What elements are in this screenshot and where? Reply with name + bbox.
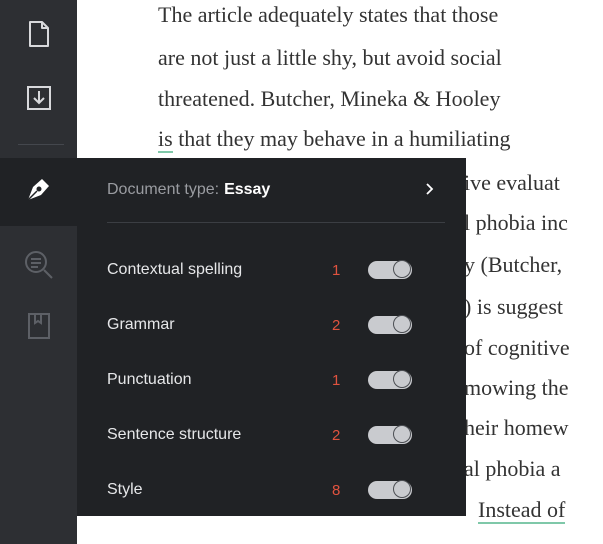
document-icon	[27, 20, 51, 48]
writing-check-panel: Document type: Essay Contextual spelling…	[77, 158, 466, 516]
doc-line-rest: that they may behave in a humiliating	[178, 126, 511, 151]
check-row-style: Style 8	[107, 475, 437, 505]
underlined-word[interactable]: is	[158, 126, 173, 153]
check-label: Contextual spelling	[107, 261, 243, 278]
issue-count: 2	[332, 316, 341, 334]
doc-line: l phobia inc	[464, 210, 568, 235]
book-icon	[26, 312, 52, 340]
issue-count: 1	[332, 261, 341, 279]
search-doc-icon	[23, 249, 55, 281]
doc-line: heir homew	[464, 415, 569, 440]
issue-count: 8	[332, 481, 341, 499]
style-toggle[interactable]	[368, 480, 412, 499]
toggle-knob	[393, 425, 411, 443]
check-label: Punctuation	[107, 371, 192, 388]
pen-nib-button[interactable]	[0, 158, 77, 220]
check-label: Grammar	[107, 316, 175, 333]
doc-line: Instead of	[478, 497, 566, 524]
dictionary-button[interactable]	[0, 298, 77, 354]
active-sidebar-item[interactable]	[0, 158, 77, 226]
doc-line: are not just a little shy, but avoid soc…	[158, 45, 502, 70]
check-label: Style	[107, 481, 143, 498]
download-icon	[26, 85, 52, 111]
toggle-knob	[393, 260, 411, 278]
doc-line: threatened. Butcher, Mineka & Hooley	[158, 86, 501, 111]
doc-line: ive evaluat	[464, 170, 560, 195]
doc-line: al phobia a	[464, 456, 561, 481]
issue-count: 1	[332, 371, 341, 389]
doc-line: mowing the	[464, 375, 569, 400]
toggle-knob	[393, 370, 411, 388]
check-row-punctuation: Punctuation 1	[107, 365, 437, 395]
analysis-button[interactable]	[0, 237, 77, 293]
check-row-contextual-spelling: Contextual spelling 1	[107, 255, 437, 285]
panel-divider	[107, 222, 445, 223]
pen-nib-icon	[24, 174, 54, 204]
punctuation-toggle[interactable]	[368, 370, 412, 389]
doc-line: of cognitive	[464, 335, 570, 360]
document-type-label: Document type:	[107, 181, 220, 198]
contextual-spelling-toggle[interactable]	[368, 260, 412, 279]
doc-line: y (Butcher,	[464, 252, 563, 277]
check-label: Sentence structure	[107, 426, 242, 443]
doc-line: ) is suggest	[464, 294, 563, 319]
doc-line: The article adequately states that those	[158, 2, 499, 27]
toggle-knob	[393, 480, 411, 498]
underlined-phrase[interactable]: Instead of	[478, 497, 566, 524]
document-type-value: Essay	[224, 181, 271, 198]
check-row-grammar: Grammar 2	[107, 310, 437, 340]
download-button[interactable]	[0, 70, 77, 126]
new-document-button[interactable]	[0, 6, 77, 62]
doc-line: is that they may behave in a humiliating	[158, 126, 511, 153]
grammar-toggle[interactable]	[368, 315, 412, 334]
sidebar-divider	[18, 144, 64, 145]
sentence-structure-toggle[interactable]	[368, 425, 412, 444]
issue-count: 2	[332, 426, 341, 444]
document-type-selector[interactable]: Document type: Essay	[107, 158, 451, 222]
check-row-sentence-structure: Sentence structure 2	[107, 420, 437, 450]
chevron-right-icon	[425, 182, 435, 201]
toggle-knob	[393, 315, 411, 333]
left-sidebar	[0, 0, 77, 544]
